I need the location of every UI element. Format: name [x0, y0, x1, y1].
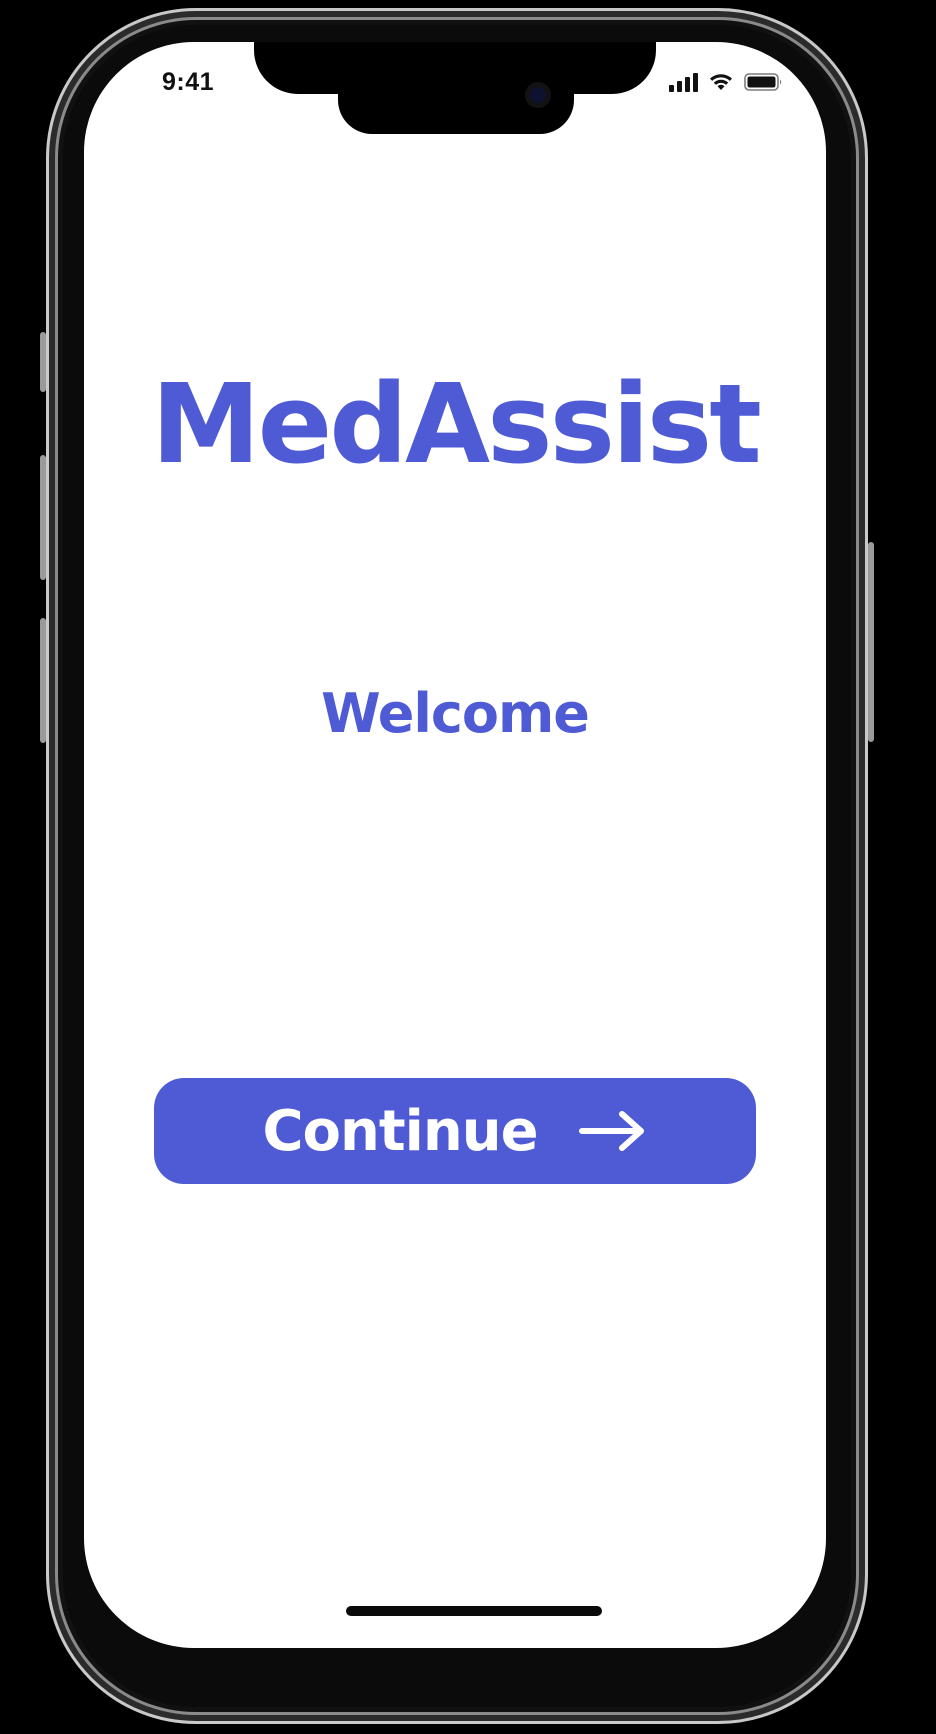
- front-camera: [525, 82, 551, 108]
- signal-icon: [669, 72, 698, 92]
- home-indicator[interactable]: [346, 1606, 602, 1616]
- status-icons: [669, 70, 784, 94]
- continue-label: Continue: [262, 1098, 538, 1164]
- app-logo: MedAssist: [151, 360, 762, 488]
- continue-button[interactable]: Continue: [154, 1078, 756, 1184]
- wifi-icon: [708, 72, 734, 92]
- device-mockup: 9:41 MedAssist Welcome Continue: [0, 0, 936, 1734]
- status-time: 9:41: [162, 68, 215, 96]
- power-button: [868, 542, 874, 742]
- battery-icon: [744, 72, 784, 92]
- phone-screen: 9:41 MedAssist Welcome Continue: [84, 42, 826, 1648]
- arrow-right-icon: [578, 1109, 648, 1153]
- welcome-heading: Welcome: [321, 682, 590, 745]
